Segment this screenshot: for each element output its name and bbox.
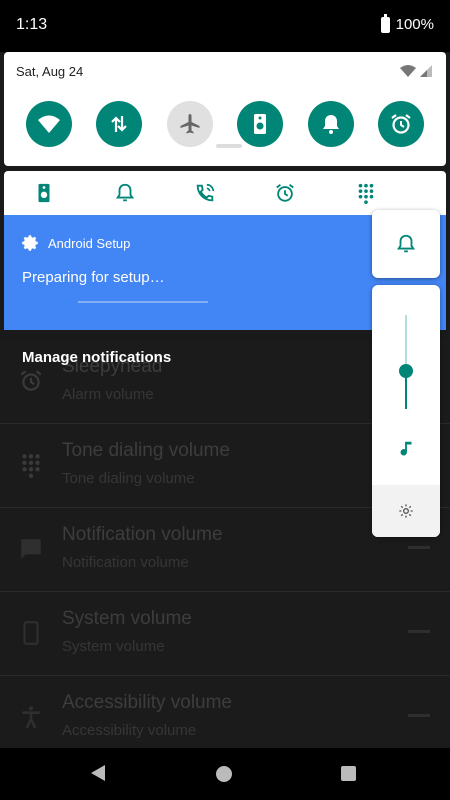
list-item-subtitle: Tone dialing volume	[62, 470, 195, 487]
volume-stream-row	[4, 171, 446, 215]
list-item-title: Notification volume	[62, 524, 223, 545]
list-item-subtitle: Alarm volume	[62, 386, 154, 403]
list-item-subtitle: Notification volume	[62, 554, 189, 571]
gear-icon	[399, 504, 413, 518]
speaker-icon	[254, 114, 267, 134]
battery-percent: 100%	[395, 16, 434, 33]
status-right: 100%	[380, 13, 434, 33]
qs-tile-alarm[interactable]	[377, 101, 424, 147]
battery-icon	[380, 13, 390, 33]
list-item-title: System volume	[62, 608, 192, 629]
wifi-signal-icon	[400, 65, 416, 77]
airplane-icon	[180, 114, 200, 134]
alarm-icon	[276, 184, 295, 202]
stream-alarm[interactable]	[273, 181, 297, 205]
list-item-subtitle: System volume	[62, 638, 165, 655]
notification-progress	[78, 301, 208, 303]
volume-dialog	[372, 285, 440, 537]
bell-icon	[322, 115, 339, 134]
qs-drag-handle[interactable]	[216, 144, 242, 148]
alarm-icon	[391, 114, 411, 134]
message-icon	[21, 539, 41, 559]
phone-icon	[23, 621, 39, 645]
alarm-icon	[20, 370, 42, 391]
notification-title: Preparing for setup…	[22, 269, 165, 286]
stream-call[interactable]	[193, 181, 217, 205]
slider-track[interactable]	[408, 714, 430, 717]
bell-icon	[396, 234, 416, 253]
list-item[interactable]: System volume System volume	[0, 592, 450, 676]
qs-tile-sound[interactable]	[307, 101, 354, 147]
music-note-icon[interactable]	[395, 439, 417, 461]
quick-settings-panel: Sat, Aug 24	[4, 52, 446, 166]
qs-tile-speaker[interactable]	[237, 101, 284, 147]
signal-indicators	[400, 65, 432, 77]
manage-notifications-button[interactable]: Manage notifications	[22, 349, 171, 366]
ringer-mode-button[interactable]	[372, 210, 440, 278]
navigation-bar	[0, 748, 450, 800]
dialpad-icon	[22, 454, 40, 478]
dialpad-icon	[358, 183, 374, 204]
accessibility-icon	[22, 706, 40, 729]
cell-signal-icon	[420, 65, 432, 77]
back-button[interactable]	[91, 765, 105, 781]
qs-tiles	[26, 101, 424, 147]
volume-settings-button[interactable]	[372, 485, 440, 537]
stream-media[interactable]	[32, 181, 56, 205]
phone-ring-icon	[196, 183, 215, 202]
qs-tile-wifi[interactable]	[26, 101, 72, 147]
stream-ring[interactable]	[113, 181, 137, 205]
qs-tile-mobile-data[interactable]	[96, 101, 143, 147]
gear-icon	[22, 235, 38, 251]
notification-header: Android Setup	[22, 234, 130, 252]
wifi-icon	[38, 115, 60, 133]
slider-track[interactable]	[408, 546, 430, 549]
stream-dtmf[interactable]	[354, 181, 378, 205]
list-item-subtitle: Accessibility volume	[62, 722, 197, 739]
list-item-title: Accessibility volume	[62, 692, 232, 713]
list-item-title: Tone dialing volume	[62, 440, 230, 461]
speaker-icon	[38, 183, 50, 203]
notification-app-name: Android Setup	[48, 235, 131, 251]
home-button[interactable]	[216, 766, 232, 782]
bell-icon	[115, 183, 134, 202]
qs-date: Sat, Aug 24	[16, 64, 84, 79]
qs-tile-airplane[interactable]	[166, 101, 213, 147]
slider-track[interactable]	[408, 630, 430, 633]
data-transfer-icon	[111, 116, 128, 132]
recents-button[interactable]	[341, 766, 356, 781]
status-bar: 1:13 100%	[0, 0, 450, 52]
status-time: 1:13	[16, 16, 48, 33]
volume-slider-thumb[interactable]	[399, 364, 413, 379]
